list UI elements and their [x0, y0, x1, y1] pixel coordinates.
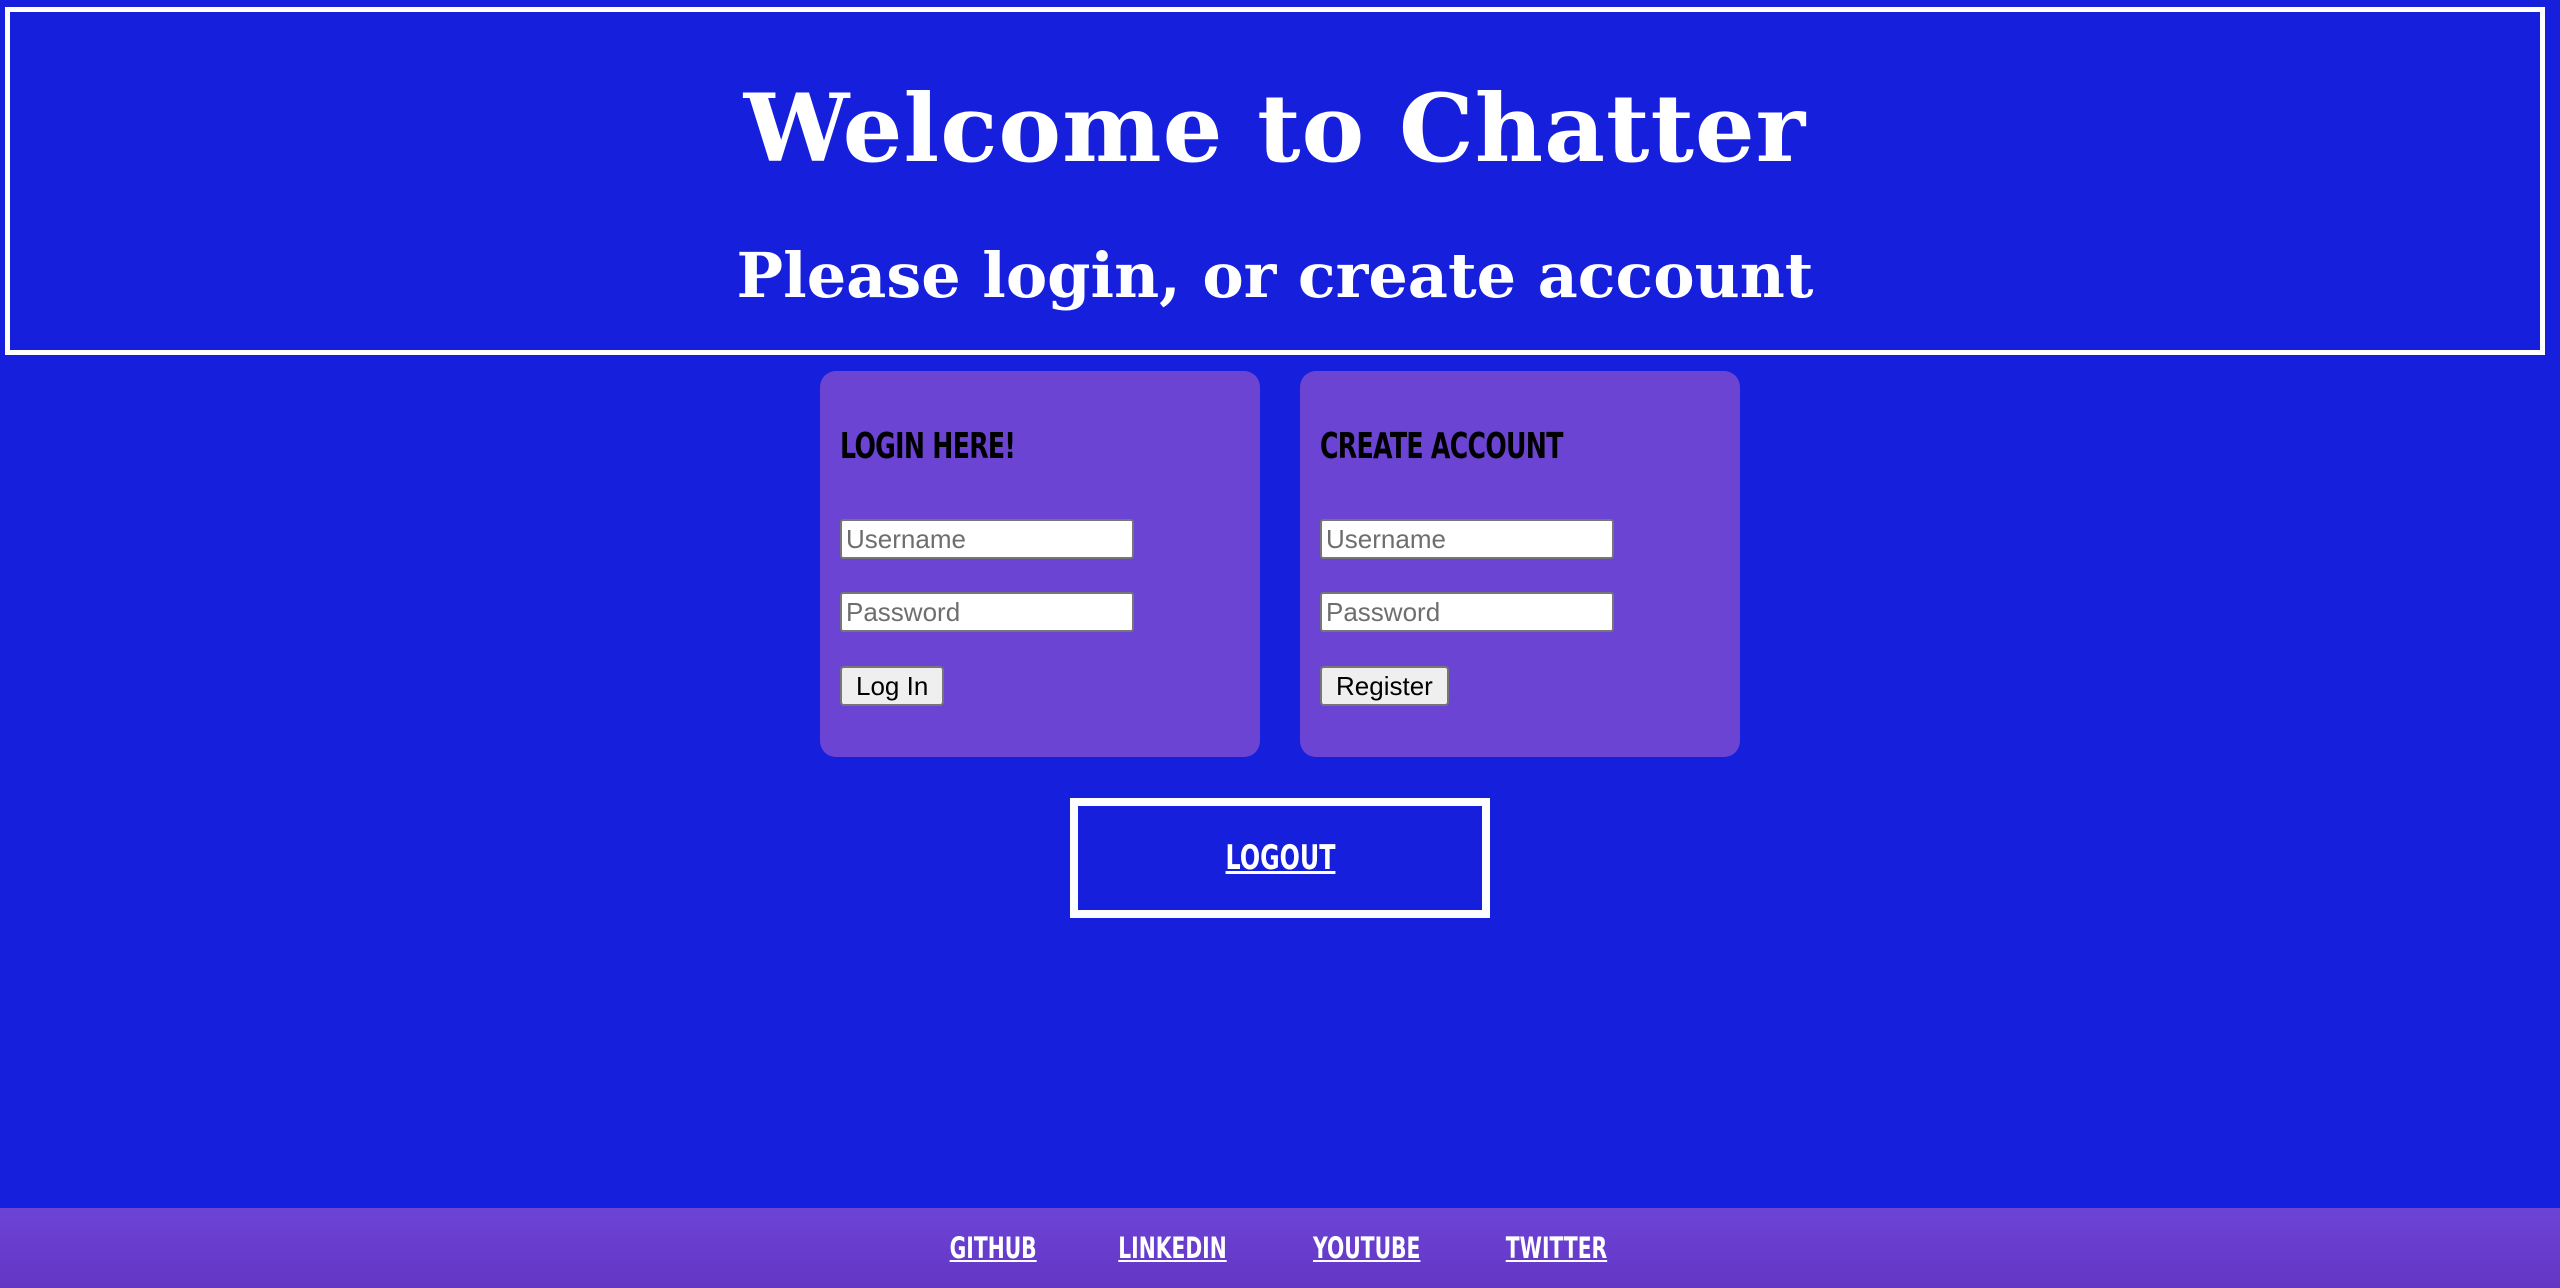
login-password-input[interactable] — [840, 592, 1134, 632]
page-header: Welcome to Chatter Please login, or crea… — [5, 7, 2545, 355]
login-panel: LOGIN HERE! Log In — [820, 371, 1260, 757]
register-username-input[interactable] — [1320, 519, 1614, 559]
footer-link-youtube[interactable]: YOUTUBE — [1313, 1231, 1420, 1265]
logout-link[interactable]: LOGOUT — [1225, 838, 1335, 878]
register-heading: CREATE ACCOUNT — [1320, 426, 1563, 467]
footer-link-github[interactable]: GITHUB — [950, 1231, 1037, 1265]
page-subtitle: Please login, or create account — [736, 239, 1814, 312]
register-panel: CREATE ACCOUNT Register — [1300, 371, 1740, 757]
register-button[interactable]: Register — [1320, 666, 1449, 706]
logout-box: LOGOUT — [1070, 798, 1490, 918]
footer-link-twitter[interactable]: TWITTER — [1506, 1231, 1607, 1265]
footer: GITHUB LINKEDIN YOUTUBE TWITTER — [0, 1208, 2560, 1288]
footer-link-linkedin[interactable]: LINKEDIN — [1119, 1231, 1227, 1265]
login-heading: LOGIN HERE! — [840, 426, 1016, 467]
login-button[interactable]: Log In — [840, 666, 945, 706]
register-password-input[interactable] — [1320, 592, 1614, 632]
login-username-input[interactable] — [840, 519, 1134, 559]
page-title: Welcome to Chatter — [743, 74, 1807, 184]
